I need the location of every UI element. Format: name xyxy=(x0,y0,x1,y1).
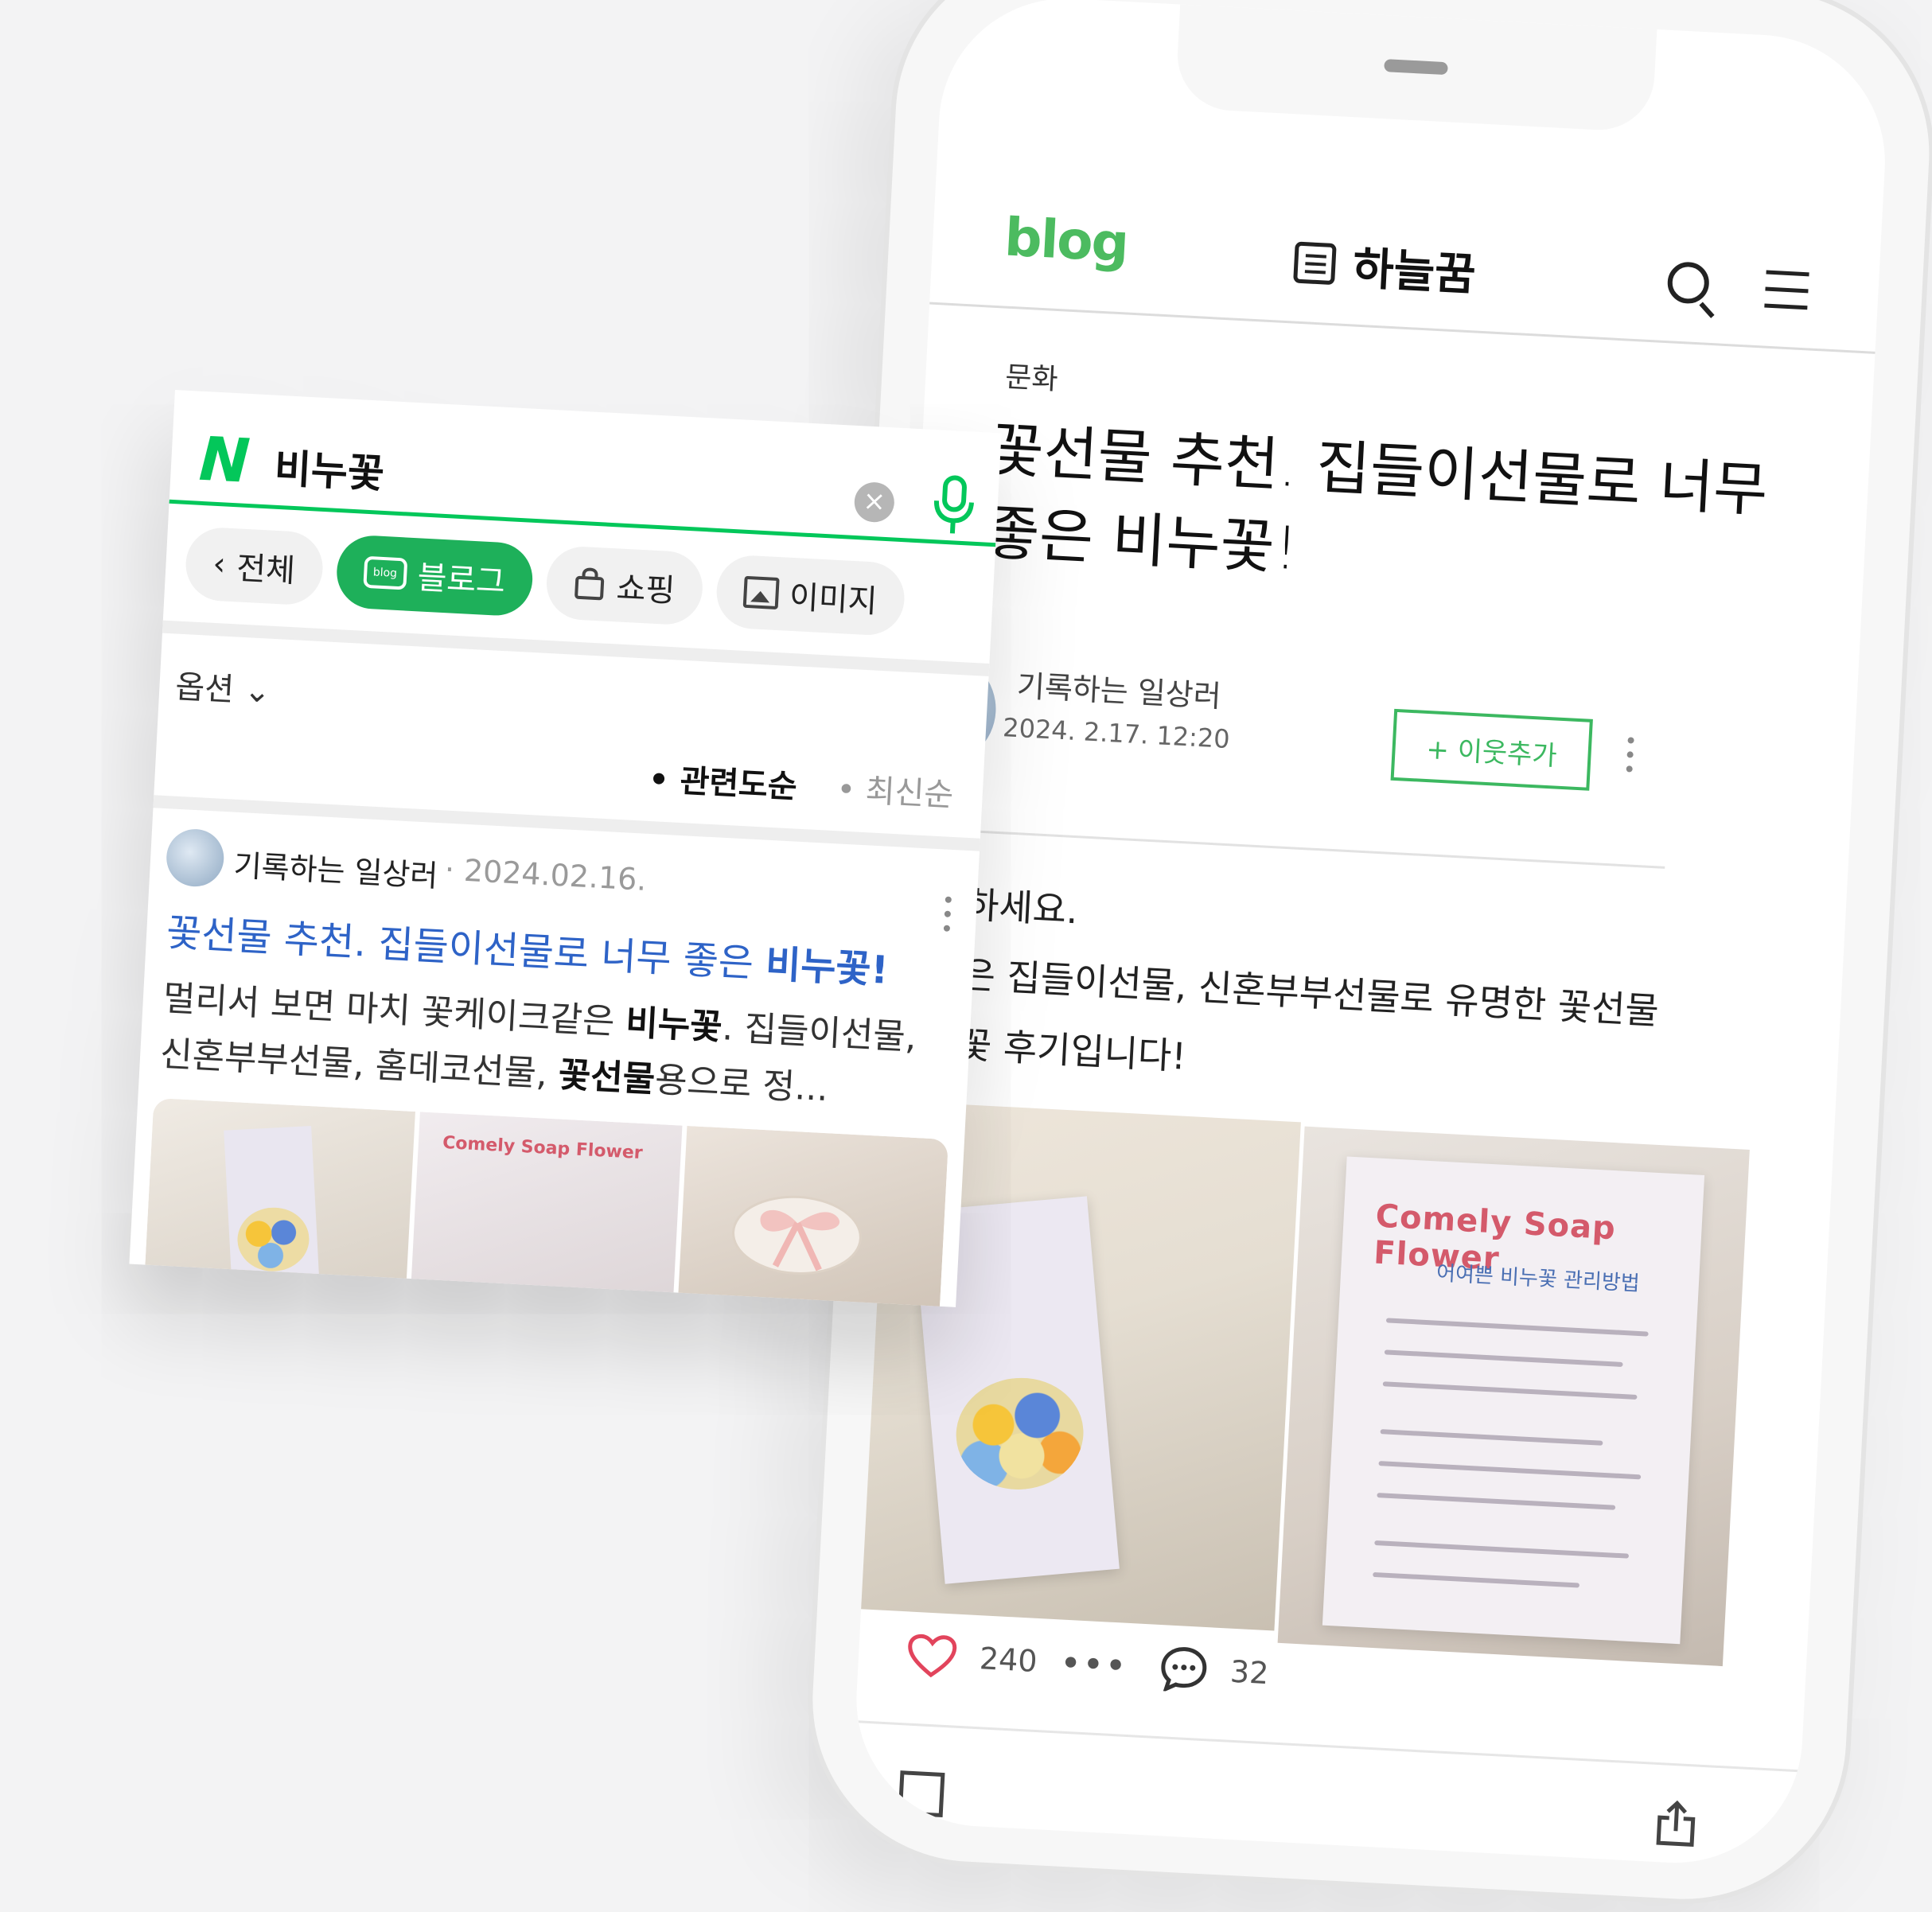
blog-name: 하늘꿈 xyxy=(1351,243,1478,302)
search-input[interactable]: 비누꽃 xyxy=(273,437,386,500)
clear-search-button[interactable]: × xyxy=(853,481,896,524)
tab-label: 전체 xyxy=(236,550,297,590)
share-icon[interactable] xyxy=(1653,1798,1699,1848)
sort-relevance[interactable]: • 관련도순 xyxy=(648,754,798,808)
ribbon-illustration xyxy=(731,1195,862,1275)
result-thumbnail[interactable] xyxy=(144,1097,416,1295)
tab-image[interactable]: 이미지 xyxy=(714,554,906,637)
comment-count: 32 xyxy=(1229,1653,1270,1692)
list-icon xyxy=(1293,241,1337,285)
tab-label: 블로그 xyxy=(416,559,507,602)
result-more-icon[interactable] xyxy=(943,896,952,940)
card-text-lines xyxy=(1347,1156,1704,1588)
desc-highlight: 꽃선물 xyxy=(557,1054,656,1100)
search-tabs: ‹ 전체 blog 블로그 쇼핑 이미지 xyxy=(184,526,906,637)
bouquet-illustration xyxy=(951,1373,1089,1495)
blog-name-header[interactable]: 하늘꿈 xyxy=(1292,230,1477,304)
naver-search-results-card: N 비누꽃 × ‹ 전체 blog 블로그 쇼핑 이미지 옵션 ⌄ • 관련도순… xyxy=(129,390,1002,1307)
result-thumbnail[interactable]: Comely Soap Flower xyxy=(411,1112,683,1307)
post-category[interactable]: 문화 xyxy=(1004,354,1059,398)
tab-label: 이미지 xyxy=(788,578,878,621)
author-name[interactable]: 기록하는 일상러 xyxy=(1016,661,1222,715)
options-label: 옵션 xyxy=(174,668,236,709)
microphone-icon[interactable] xyxy=(929,473,980,539)
comment-icon[interactable] xyxy=(1159,1645,1209,1693)
sort-latest[interactable]: • 최신순 xyxy=(836,763,955,816)
result-date: · 2024.02.16. xyxy=(443,851,648,898)
header-divider xyxy=(929,302,1876,354)
more-options-icon[interactable] xyxy=(1626,737,1634,780)
heart-icon[interactable] xyxy=(906,1632,959,1679)
chevron-left-icon: ‹ xyxy=(212,545,227,583)
reaction-bar: 240 ••• 32 xyxy=(906,1631,1270,1696)
bouquet-illustration xyxy=(236,1205,311,1274)
result-description: 멀리서 보면 마치 꽃케이크같은 비누꽃. 집들이선물, 신혼부부선물, 홈데코… xyxy=(158,971,951,1123)
tab-blog[interactable]: blog 블로그 xyxy=(334,533,535,617)
phone-notch xyxy=(1174,0,1657,133)
phone-speaker xyxy=(1384,59,1448,76)
image-icon xyxy=(742,575,780,610)
care-instruction-card: Comely Soap Flower 어여쁜 비누꽃 관리방법 xyxy=(1322,1156,1705,1645)
desc-part: 멀리서 보면 마치 꽃케이크같은 xyxy=(162,978,627,1043)
bottom-divider xyxy=(855,1720,1802,1773)
naver-logo[interactable]: N xyxy=(197,423,249,496)
blog-post-screen: blog 하늘꿈 문화 꽃선물 추천. 집들이선물로 너무 좋은 비누꽃! 기록… xyxy=(850,0,1891,1870)
sort-options: • 관련도순 • 최신순 xyxy=(648,754,955,816)
result-author[interactable]: 기록하는 일상러 xyxy=(233,841,439,895)
search-icon[interactable] xyxy=(1666,261,1711,305)
naver-home-icon[interactable] xyxy=(898,1770,945,1818)
result-title-highlight: 비누꽃! xyxy=(764,941,890,993)
post-title: 꽃선물 추천. 집들이선물로 너무 좋은 비누꽃! xyxy=(983,415,1770,584)
post-date: 2024. 2.17. 12:20 xyxy=(1002,712,1231,755)
blog-logo[interactable]: blog xyxy=(1003,206,1129,274)
tab-shopping[interactable]: 쇼핑 xyxy=(544,544,704,626)
desc-highlight: 비누꽃 xyxy=(625,1002,723,1049)
post-photo-care-card[interactable]: Comely Soap Flower 어여쁜 비누꽃 관리방법 xyxy=(1277,1126,1750,1667)
shopping-bag-icon xyxy=(575,567,605,601)
blog-icon: blog xyxy=(362,555,407,590)
tab-label: 쇼핑 xyxy=(615,570,676,610)
like-count: 240 xyxy=(978,1641,1038,1679)
result-author-avatar[interactable] xyxy=(165,827,226,888)
menu-icon[interactable] xyxy=(1763,270,1809,323)
tab-all[interactable]: ‹ 전체 xyxy=(184,526,325,606)
content-divider xyxy=(925,827,1665,869)
soap-flower-card xyxy=(224,1126,320,1290)
add-neighbor-button[interactable]: + 이웃추가 xyxy=(1390,708,1593,791)
desc-part: 용으로 정... xyxy=(653,1059,830,1110)
post-body: 안녕하세요. 오늘은 집들이선물, 신혼부부선물로 유명한 꽃선물 비누꽃 후기… xyxy=(889,866,1694,1118)
chevron-down-icon: ⌄ xyxy=(243,672,272,711)
result-thumbnail[interactable] xyxy=(677,1125,949,1307)
more-reactions-icon[interactable]: ••• xyxy=(1060,1645,1129,1684)
card-brand: Comely Soap Flower xyxy=(442,1132,644,1164)
result-thumbnails: Comely Soap Flower xyxy=(144,1097,949,1307)
options-dropdown[interactable]: 옵션 ⌄ xyxy=(174,661,272,712)
